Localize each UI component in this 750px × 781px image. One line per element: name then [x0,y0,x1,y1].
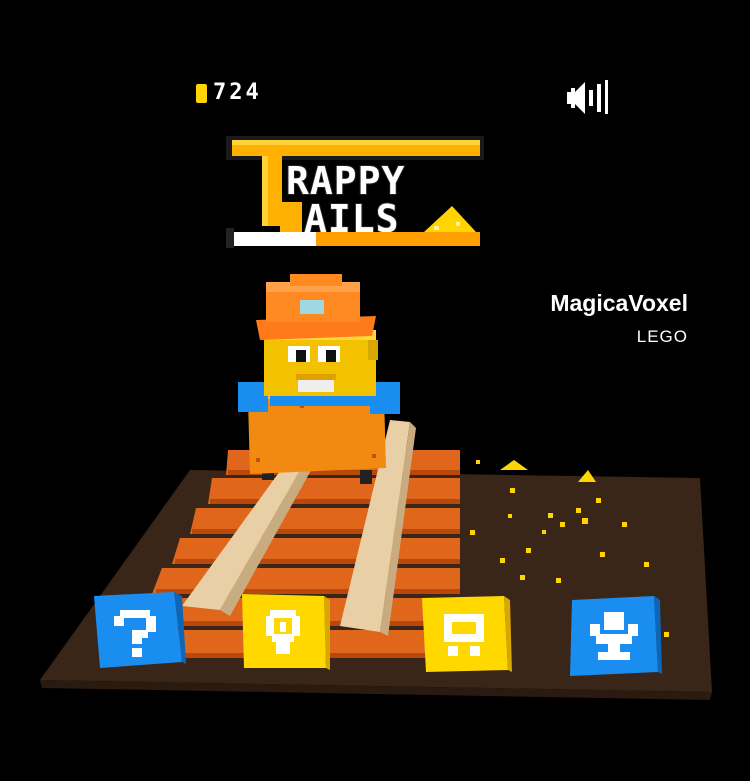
hint-button[interactable] [238,590,330,674]
coin-count: 724 [213,80,262,105]
shop-button[interactable] [418,592,512,676]
miner-character [238,274,400,414]
coin-icon [196,83,207,103]
help-button[interactable] [90,588,186,672]
sound-toggle-button[interactable] [565,78,611,118]
speaker-icon [567,80,608,114]
leaderboard-button[interactable] [566,594,662,680]
coin-counter: 724 [196,82,262,104]
game-logo: RAPPY AILS [226,136,484,248]
